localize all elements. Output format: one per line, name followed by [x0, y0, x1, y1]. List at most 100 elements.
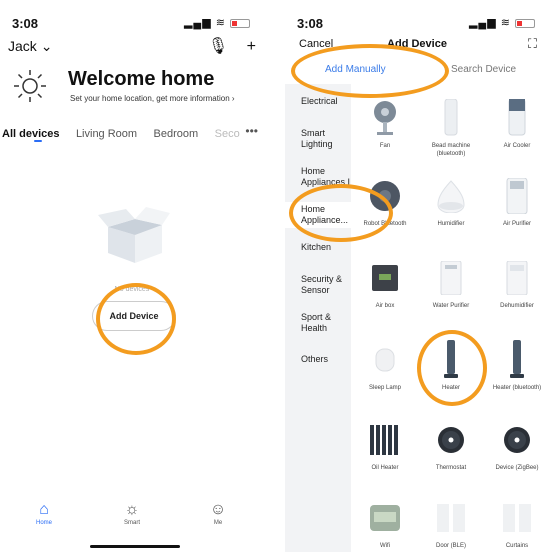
add-mode-tabs: Add Manually Search Device — [285, 64, 549, 82]
category-electrical[interactable]: Electrical — [285, 96, 351, 107]
tabbar-home[interactable]: ⌂ Home — [14, 500, 74, 526]
smart-icon: ☼ — [124, 501, 140, 518]
tab-indicator — [34, 140, 42, 142]
category-sidebar: Electrical Smart Lighting Home Appliance… — [285, 84, 351, 552]
device-label: Bead machine (bluetooth) — [431, 143, 471, 157]
more-icon[interactable]: ••• — [245, 124, 258, 138]
home-name: Jack — [8, 38, 37, 54]
tab-bedroom[interactable]: Bedroom — [154, 128, 199, 140]
nav-header: Cancel Add Device ⛶ — [285, 36, 549, 58]
device-humidifier[interactable]: Humidifier — [419, 176, 483, 228]
device-oil-heater[interactable]: Oil Heater — [353, 420, 417, 472]
category-home-appliances-1[interactable]: Home Appliances I — [285, 166, 351, 188]
zigbee-thermostat-icon — [504, 427, 530, 453]
category-home-appliances-2[interactable]: Home Appliance... — [285, 202, 351, 228]
tab-search-device[interactable]: Search Device — [451, 64, 516, 75]
tab-all-devices[interactable]: All devices — [2, 128, 59, 140]
home-actions: 🎙 + — [194, 36, 256, 56]
scan-icon[interactable]: ⛶ — [528, 36, 537, 52]
add-device-button[interactable]: Add Device — [92, 301, 176, 331]
chevron-down-icon: ⌄ — [40, 38, 53, 54]
status-time: 3:08 — [12, 16, 39, 31]
tabbar-smart[interactable]: ☼ Smart — [102, 500, 162, 526]
device-heater-bluetooth[interactable]: Heater (bluetooth) — [485, 340, 549, 392]
category-security-sensor[interactable]: Security & Sensor — [285, 274, 351, 296]
home-icon: ⌂ — [39, 501, 49, 518]
category-sport-health[interactable]: Sport & Health — [285, 312, 351, 334]
battery-icon — [230, 18, 250, 28]
door-icon — [437, 504, 465, 532]
bead-machine-icon — [444, 99, 458, 136]
status-icons: ▂▄▆ ≋ — [184, 16, 250, 29]
device-heater[interactable]: Heater — [419, 340, 483, 392]
device-robot[interactable]: Robot Bluetooth — [353, 176, 417, 228]
sleep-lamp-icon — [375, 348, 395, 372]
thermostat-icon — [438, 427, 464, 453]
device-door[interactable]: Door (BLE) — [419, 498, 483, 550]
chevron-right-icon: › — [231, 94, 235, 103]
device-label: Wifi — [380, 543, 390, 549]
category-others[interactable]: Others — [285, 354, 351, 365]
device-label: Door (BLE) — [435, 543, 466, 549]
device-label: Curtains — [505, 543, 529, 549]
device-sleep-lamp[interactable]: Sleep Lamp — [353, 340, 417, 392]
curtains-icon — [503, 504, 531, 532]
device-label: Sleep Lamp — [368, 385, 402, 391]
device-label: Oil Heater — [371, 465, 399, 471]
device-air-box[interactable]: Air box — [353, 258, 417, 310]
home-indicator — [90, 545, 180, 548]
empty-state-text: No devices — [114, 286, 150, 293]
tabbar-me[interactable]: ☺ Me — [188, 500, 248, 526]
home-header: Jack ⌄ 🎙 + — [8, 38, 256, 58]
device-wifi[interactable]: Wifi — [353, 498, 417, 550]
welcome-subtitle: Set your home location, get more informa… — [70, 94, 235, 103]
add-icon[interactable]: + — [247, 38, 256, 55]
page-title: Add Device — [387, 38, 447, 50]
home-selector[interactable]: Jack ⌄ — [8, 38, 52, 54]
air-box-icon — [372, 265, 398, 291]
room-tabs: All devices Living Room Bedroom Seco — [2, 124, 260, 146]
status-time: 3:08 — [297, 16, 324, 31]
oil-heater-icon — [370, 425, 398, 455]
device-dehumidifier[interactable]: Dehumidifier — [485, 258, 549, 310]
status-bar: 3:08 ▂▄▆ ≋ — [285, 0, 549, 36]
sun-icon — [14, 70, 46, 102]
tab-second[interactable]: Seco — [215, 128, 240, 140]
tab-add-manually[interactable]: Add Manually — [325, 64, 386, 75]
device-air-purifier[interactable]: Air Purifier — [485, 176, 549, 228]
microphone-icon[interactable]: 🎙 — [208, 38, 228, 55]
device-label: Robot Bluetooth — [363, 221, 407, 227]
heater-icon — [444, 340, 458, 378]
add-device-screen: 3:08 ▂▄▆ ≋ Cancel Add Device ⛶ Add Manua… — [285, 0, 549, 552]
me-icon: ☺ — [209, 501, 227, 518]
device-label: Heater — [441, 385, 460, 391]
fan-icon — [374, 101, 396, 135]
device-label: Air Cooler — [503, 143, 531, 149]
device-zigbee[interactable]: Device (ZigBee) — [485, 420, 549, 472]
heater-bluetooth-icon — [510, 340, 524, 378]
device-label: Air Purifier — [502, 221, 531, 227]
device-bead-machine[interactable]: Bead machine (bluetooth) — [419, 98, 483, 158]
welcome-subtitle-text: Set your home location, get more informa… — [70, 94, 230, 103]
category-kitchen[interactable]: Kitchen — [285, 242, 351, 253]
water-purifier-icon — [440, 261, 462, 295]
tabbar-home-label: Home — [35, 520, 52, 526]
device-air-cooler[interactable]: Air Cooler — [485, 98, 549, 150]
device-label: Device (ZigBee) — [495, 465, 539, 471]
device-water-purifier[interactable]: Water Purifier — [419, 258, 483, 310]
device-label: Heater (bluetooth) — [492, 385, 542, 391]
device-thermostat[interactable]: Thermostat — [419, 420, 483, 472]
welcome-title: Welcome home — [68, 68, 215, 90]
device-curtains[interactable]: Curtains — [485, 498, 549, 550]
bottom-tab-bar: ⌂ Home ☼ Smart ☺ Me — [0, 500, 264, 540]
device-fan[interactable]: Fan — [353, 98, 417, 150]
welcome-banner[interactable]: Welcome home Set your home location, get… — [12, 68, 258, 108]
home-screen: 3:08 ▂▄▆ ≋ Jack ⌄ 🎙 + Welcome home Set y… — [0, 0, 264, 552]
category-smart-lighting[interactable]: Smart Lighting — [285, 128, 351, 150]
tabbar-me-label: Me — [213, 520, 223, 526]
wifi-meter-icon — [370, 505, 400, 531]
device-grid: Fan Bead machine (bluetooth) Air Cooler … — [351, 84, 549, 552]
tab-living-room[interactable]: Living Room — [76, 128, 137, 140]
air-purifier-icon — [506, 178, 528, 214]
device-label: Dehumidifier — [500, 303, 534, 309]
